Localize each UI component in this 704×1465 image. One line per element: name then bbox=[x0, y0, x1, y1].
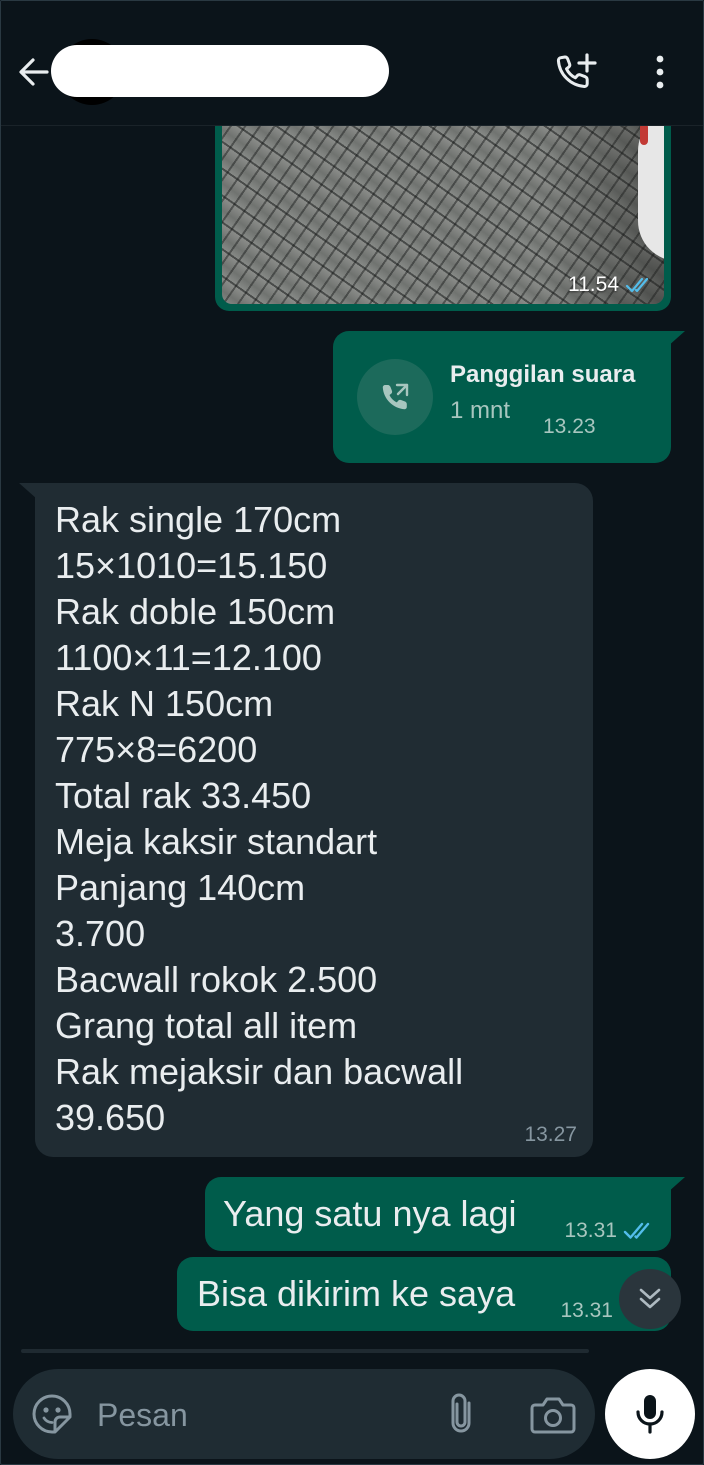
voice-record-button[interactable] bbox=[605, 1369, 695, 1459]
message-line: Panjang 140cm bbox=[55, 867, 306, 908]
double-check-read-icon bbox=[625, 277, 649, 293]
message-line: 3.700 bbox=[55, 913, 146, 954]
message-line: Rak doble 150cm bbox=[55, 591, 336, 632]
message-line: Rak single 170cm bbox=[55, 499, 342, 540]
message-line: 1100×11=12.100 bbox=[55, 637, 322, 678]
outgoing-message-time: 13.31 bbox=[560, 1299, 613, 1322]
call-title: Panggilan suara bbox=[450, 361, 636, 388]
more-vertical-icon bbox=[656, 55, 664, 89]
message-line: 39.650 bbox=[55, 1097, 166, 1138]
message-line: Grang total all item bbox=[55, 1005, 358, 1046]
chat-screen: 11.54 Panggilan suara 1 mnt 13.23 Rak si… bbox=[0, 0, 704, 1465]
message-line: Rak mejaksir dan bacwall bbox=[55, 1051, 464, 1092]
message-line: Rak N 150cm bbox=[55, 683, 274, 724]
back-button[interactable] bbox=[15, 53, 53, 91]
message-line: 775×8=6200 bbox=[55, 729, 258, 770]
outgoing-message-meta: 13.31 bbox=[564, 1219, 655, 1243]
call-icon-container bbox=[357, 359, 433, 435]
phone-plus-icon bbox=[556, 53, 597, 88]
message-line: Meja kaksir standart bbox=[55, 821, 378, 862]
message-line: 15×1010=15.150 bbox=[55, 545, 328, 586]
outgoing-message-text: Bisa dikirim ke saya bbox=[197, 1273, 516, 1314]
sticker-icon bbox=[32, 1394, 72, 1434]
image-message-meta: 11.54 bbox=[568, 273, 653, 297]
outgoing-message-meta: 13.31 bbox=[560, 1299, 613, 1323]
outgoing-message[interactable]: Yang satu nya lagi 13.31 bbox=[205, 1177, 671, 1251]
message-list[interactable]: 11.54 Panggilan suara 1 mnt 13.23 Rak si… bbox=[1, 1, 703, 1464]
message-line: Bacwall rokok 2.500 bbox=[55, 959, 378, 1000]
voice-call-message[interactable]: Panggilan suara 1 mnt 13.23 bbox=[333, 331, 671, 463]
photo-car-light bbox=[640, 123, 648, 145]
incoming-message-text: Rak single 170cm 15×1010=15.150 Rak dobl… bbox=[55, 497, 463, 1141]
paperclip-icon bbox=[451, 1393, 471, 1433]
message-composer bbox=[13, 1369, 595, 1459]
composer-divider bbox=[21, 1349, 589, 1353]
outgoing-message[interactable]: Bisa dikirim ke saya 13.31 bbox=[177, 1257, 671, 1331]
call-time: 13.23 bbox=[543, 415, 596, 438]
double-chevron-down-icon bbox=[639, 1288, 661, 1309]
arrow-left-icon bbox=[19, 58, 49, 86]
outgoing-message-time: 13.31 bbox=[564, 1219, 617, 1242]
scroll-to-bottom-button[interactable] bbox=[619, 1269, 681, 1329]
camera-button[interactable] bbox=[529, 1395, 577, 1435]
call-duration: 1 mnt bbox=[450, 397, 511, 424]
camera-icon bbox=[530, 1397, 576, 1434]
outgoing-call-icon bbox=[382, 383, 409, 410]
contact-name-redacted[interactable] bbox=[51, 45, 389, 97]
double-check-read-icon bbox=[623, 1222, 650, 1239]
image-message[interactable]: 11.54 bbox=[215, 101, 671, 311]
incoming-message[interactable]: Rak single 170cm 15×1010=15.150 Rak dobl… bbox=[35, 483, 593, 1157]
sticker-button[interactable] bbox=[31, 1393, 73, 1435]
image-message-time: 11.54 bbox=[568, 273, 619, 296]
message-line: Total rak 33.450 bbox=[55, 775, 312, 816]
outgoing-message-text: Yang satu nya lagi bbox=[223, 1193, 517, 1234]
incoming-message-time: 13.27 bbox=[524, 1123, 577, 1146]
chat-header bbox=[1, 1, 703, 126]
message-input[interactable] bbox=[95, 1385, 429, 1445]
attach-button[interactable] bbox=[443, 1391, 483, 1437]
microphone-icon bbox=[636, 1395, 664, 1434]
more-options-button[interactable] bbox=[645, 51, 675, 95]
add-call-button[interactable] bbox=[555, 51, 601, 95]
